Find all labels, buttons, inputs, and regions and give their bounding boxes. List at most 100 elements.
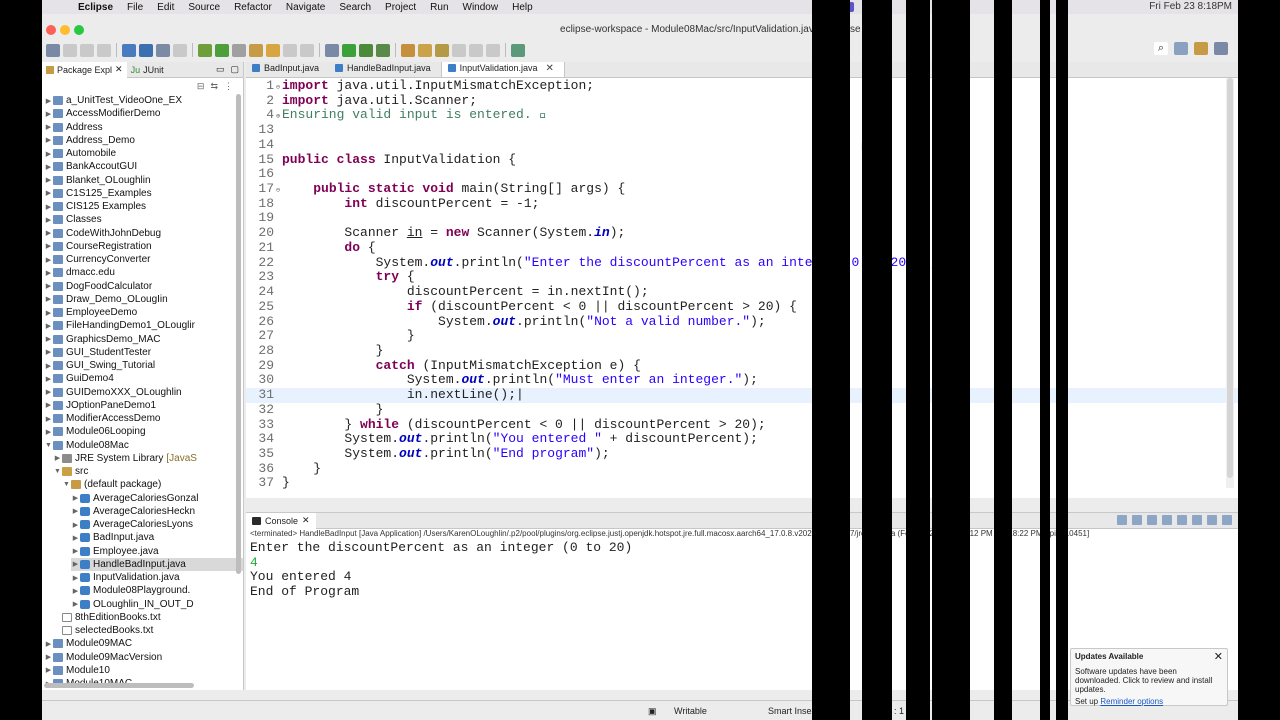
project-item[interactable]: ▶ DogFoodCalculator xyxy=(44,280,243,293)
search-toolbar-icon[interactable] xyxy=(435,43,449,57)
java-file-item[interactable]: ▶ AverageCaloriesGonzal xyxy=(71,492,243,505)
chevron-right-icon[interactable]: ▶ xyxy=(71,507,80,515)
open-task-icon[interactable] xyxy=(418,43,432,57)
code-line[interactable]: 26 System.out.println("Not a valid numbe… xyxy=(246,314,1238,330)
menu-window[interactable]: Window xyxy=(463,2,499,13)
code-line[interactable]: 20 Scanner in = new Scanner(System.in); xyxy=(246,225,1238,241)
tree-item[interactable]: ▼ src xyxy=(53,465,243,478)
chevron-right-icon[interactable]: ▶ xyxy=(44,150,53,158)
java-file-item[interactable]: ▶ Employee.java xyxy=(71,545,243,558)
minimize-icon[interactable] xyxy=(1207,515,1217,525)
pilcrow-icon[interactable] xyxy=(300,43,314,57)
chevron-right-icon[interactable]: ▶ xyxy=(44,136,53,144)
close-icon[interactable]: ✕ xyxy=(302,515,310,526)
chevron-right-icon[interactable]: ▶ xyxy=(53,454,62,462)
chevron-right-icon[interactable]: ▶ xyxy=(44,242,53,250)
tree-item[interactable]: ▶ JRE System Library [JavaS xyxy=(53,452,243,465)
code-line[interactable]: 25 if (discountPercent < 0 || discountPe… xyxy=(246,299,1238,315)
chevron-right-icon[interactable]: ▶ xyxy=(44,203,53,211)
terminal-icon[interactable] xyxy=(122,43,136,57)
project-item[interactable]: ▶ GuiDemo4 xyxy=(44,372,243,385)
debug-icon[interactable] xyxy=(215,43,229,57)
annotation-icon[interactable] xyxy=(452,43,466,57)
pin-editor-icon[interactable] xyxy=(511,43,525,57)
chevron-right-icon[interactable]: ▶ xyxy=(71,521,80,529)
pin-console-icon[interactable] xyxy=(1177,515,1187,525)
project-item[interactable]: ▶ Blanket_OLoughlin xyxy=(44,174,243,187)
chevron-right-icon[interactable]: ▶ xyxy=(44,309,53,317)
java-file-item[interactable]: ▶ InputValidation.java xyxy=(71,571,243,584)
chevron-right-icon[interactable]: ▶ xyxy=(44,176,53,184)
forward-icon[interactable] xyxy=(486,43,500,57)
tree-scrollbar[interactable] xyxy=(236,94,241,574)
project-item[interactable]: ▶ GraphicsDemo_MAC xyxy=(44,333,243,346)
project-item[interactable]: ▶ AccessModifierDemo xyxy=(44,107,243,120)
menu-file[interactable]: File xyxy=(127,2,143,13)
menu-source[interactable]: Source xyxy=(188,2,220,13)
chevron-right-icon[interactable]: ▶ xyxy=(44,375,53,383)
code-line[interactable]: 22 System.out.println("Enter the discoun… xyxy=(246,255,1238,271)
code-line[interactable]: 33 } while (discountPercent < 0 || disco… xyxy=(246,417,1238,433)
new-java-icon[interactable] xyxy=(198,43,212,57)
chevron-right-icon[interactable]: ▶ xyxy=(44,256,53,264)
minimize-icon[interactable]: ▭ xyxy=(216,64,225,75)
print-icon[interactable] xyxy=(97,43,111,57)
editor-tab[interactable]: InputValidation.java ✕ xyxy=(440,62,565,77)
back-icon[interactable] xyxy=(469,43,483,57)
code-line[interactable]: 13 xyxy=(246,122,1238,138)
chevron-right-icon[interactable]: ▶ xyxy=(44,216,53,224)
project-item[interactable]: ▶ dmacc.edu xyxy=(44,266,243,279)
chevron-down-icon[interactable]: ▼ xyxy=(62,481,71,488)
code-line[interactable]: 29 catch (InputMismatchException e) { xyxy=(246,358,1238,374)
project-item[interactable]: ▶ BankAccoutGUI xyxy=(44,160,243,173)
debug-perspective-icon[interactable] xyxy=(1214,42,1228,55)
code-line[interactable]: 30 System.out.println("Must enter an int… xyxy=(246,373,1238,388)
scroll-lock-icon[interactable] xyxy=(1147,515,1157,525)
chevron-right-icon[interactable]: ▶ xyxy=(44,123,53,131)
tree-item[interactable]: ▼ (default package) xyxy=(62,478,243,491)
code-line[interactable]: 2 import java.util.Scanner; xyxy=(246,93,1238,109)
view-menu-icon[interactable]: ⋮ xyxy=(224,81,233,92)
project-item[interactable]: ▶ FileHandingDemo1_OLouglir xyxy=(44,319,243,332)
java-file-item[interactable]: ▶ OLoughlin_IN_OUT_D xyxy=(71,598,243,611)
menu-project[interactable]: Project xyxy=(385,2,416,13)
chevron-right-icon[interactable]: ▶ xyxy=(71,494,80,502)
project-item[interactable]: ▶ GUI_StudentTester xyxy=(44,346,243,359)
chevron-right-icon[interactable]: ▶ xyxy=(44,666,53,674)
menu-help[interactable]: Help xyxy=(512,2,533,13)
menu-app-name[interactable]: Eclipse xyxy=(78,2,113,13)
menu-navigate[interactable]: Navigate xyxy=(286,2,325,13)
tree-horizontal-scrollbar[interactable] xyxy=(44,683,194,688)
java-perspective-icon[interactable] xyxy=(1194,42,1208,55)
close-icon[interactable]: ✕ xyxy=(115,64,123,75)
code-line[interactable]: 34 System.out.println("You entered " + d… xyxy=(246,431,1238,447)
chevron-right-icon[interactable]: ▶ xyxy=(44,189,53,197)
code-line[interactable]: 14 xyxy=(246,137,1238,153)
close-icon[interactable]: ✕ xyxy=(546,63,554,74)
code-line[interactable]: 4 ⊕ Ensuring valid input is entered. ⃞ xyxy=(246,108,1238,123)
project-item[interactable]: ▶ GUI_Swing_Tutorial xyxy=(44,359,243,372)
code-line[interactable]: 1 ⊖ import java.util.InputMismatchExceptio… xyxy=(246,78,1238,94)
maximize-icon[interactable] xyxy=(1222,515,1232,525)
chevron-right-icon[interactable]: ▶ xyxy=(44,163,53,171)
run-icon[interactable] xyxy=(342,43,356,57)
code-line[interactable]: 27 } xyxy=(246,328,1238,344)
tab-package-explorer[interactable]: Package Expl ✕ xyxy=(42,61,127,78)
chevron-right-icon[interactable]: ▶ xyxy=(44,415,53,423)
editor-tab[interactable]: HandleBadInput.java xyxy=(329,62,441,77)
save-all-icon[interactable] xyxy=(80,43,94,57)
chevron-right-icon[interactable]: ▶ xyxy=(44,322,53,330)
chevron-right-icon[interactable]: ▶ xyxy=(44,388,53,396)
chevron-right-icon[interactable]: ▶ xyxy=(44,282,53,290)
console-output[interactable]: Enter the discountPercent as an integer … xyxy=(246,540,1238,599)
chevron-down-icon[interactable]: ▼ xyxy=(44,442,53,449)
open-type-icon[interactable] xyxy=(401,43,415,57)
tab-console[interactable]: Console ✕ xyxy=(246,512,316,529)
link-editor-icon[interactable]: ⇆ xyxy=(210,81,218,92)
chevron-right-icon[interactable]: ▶ xyxy=(71,600,80,608)
chevron-right-icon[interactable]: ▶ xyxy=(71,547,80,555)
menu-clock[interactable]: Fri Feb 23 8:18PM xyxy=(1149,1,1232,12)
chevron-right-icon[interactable]: ▶ xyxy=(44,229,53,237)
scroll-thumb[interactable] xyxy=(1227,78,1233,478)
code-line[interactable]: 21 do { xyxy=(246,240,1238,256)
